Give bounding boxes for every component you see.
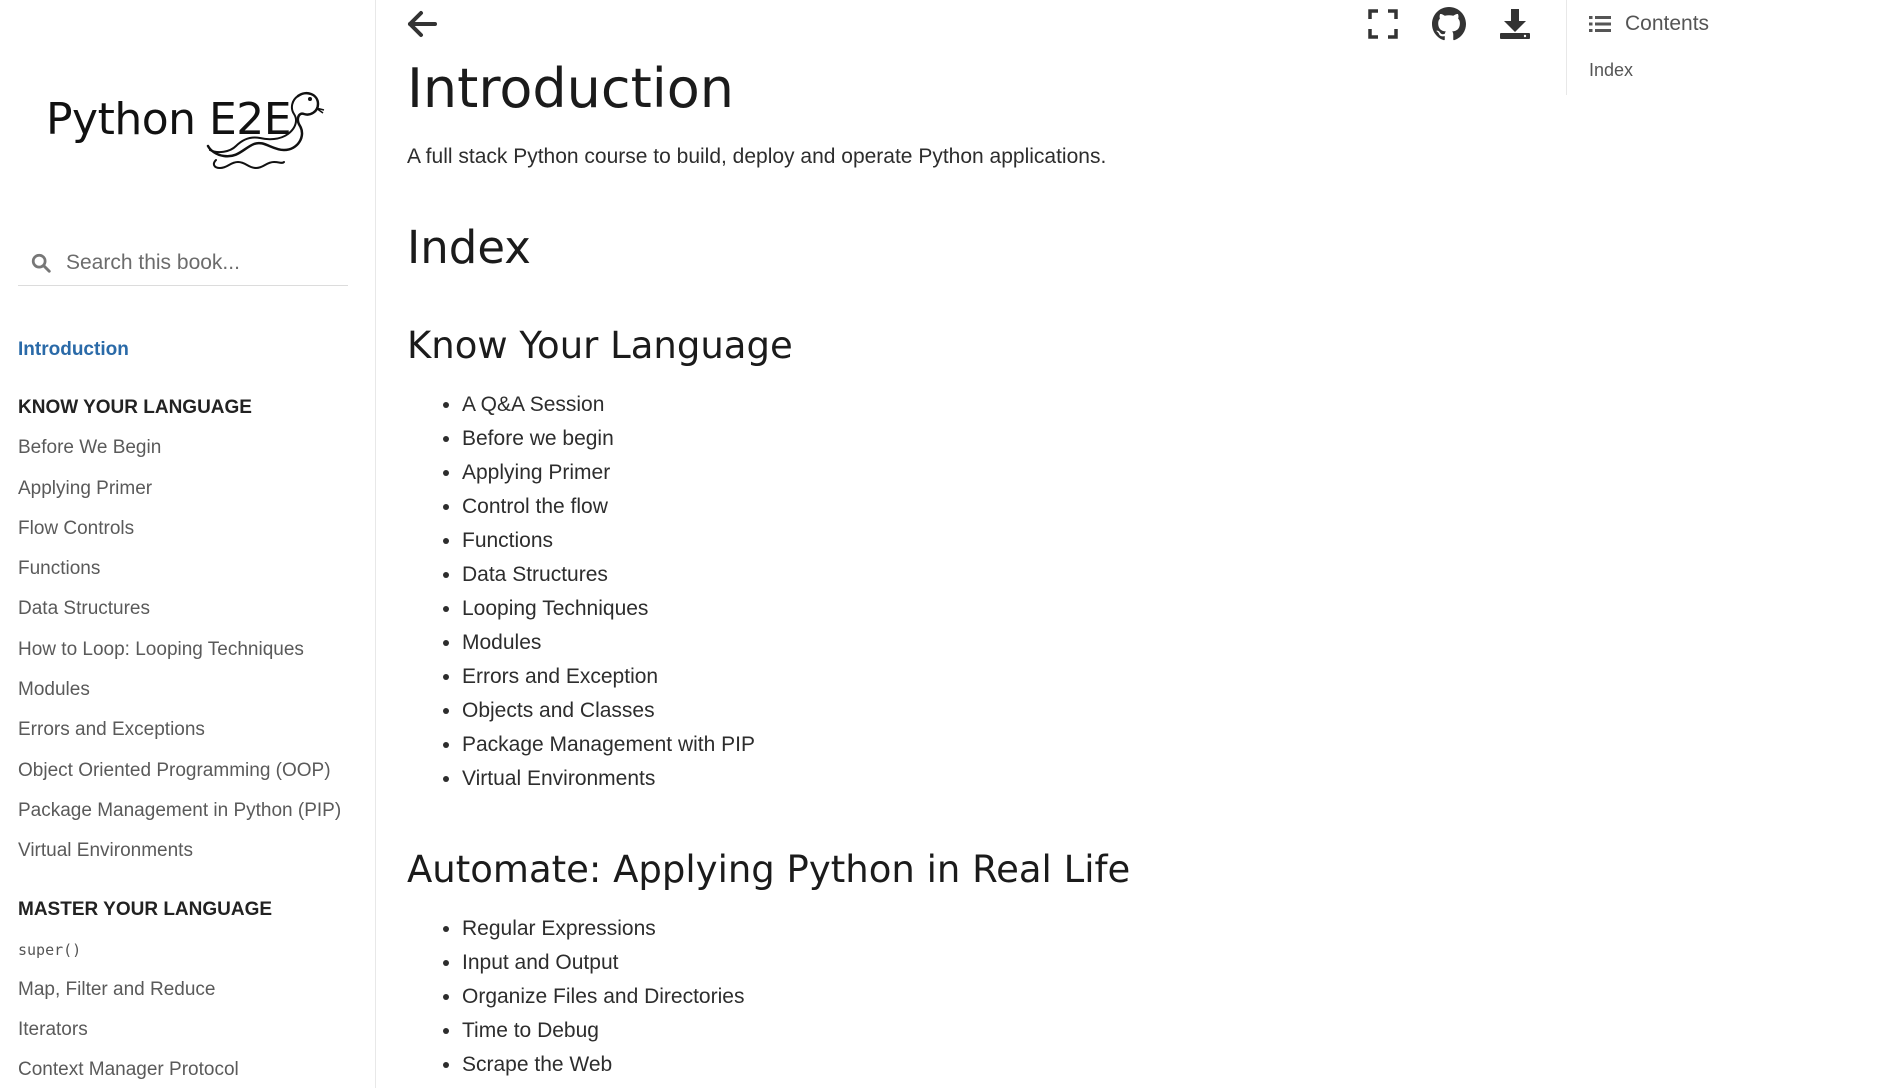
search-input[interactable] [66, 250, 326, 275]
section-heading-know-your-language: Know Your Language [407, 324, 793, 367]
page-title: Introduction [407, 57, 735, 120]
list-item: Organize Files and Directories [462, 980, 1547, 1014]
sidebar: Python E2E Introduction Know Your Langua… [0, 0, 376, 1088]
sidebar-item-errors-and-exceptions[interactable]: Errors and Exceptions [18, 710, 358, 750]
list-item: Scrape the Web [462, 1048, 1547, 1082]
search-bar [18, 240, 348, 286]
main-content: Introduction A full stack Python course … [407, 50, 1547, 1082]
list-item: Before we begin [462, 422, 1547, 456]
list-item: Looping Techniques [462, 592, 1547, 626]
github-icon [1432, 7, 1466, 41]
download-button[interactable] [1497, 6, 1533, 42]
list-icon [1589, 16, 1611, 32]
list-item: Errors and Exception [462, 660, 1547, 694]
list-item: Objects and Classes [462, 694, 1547, 728]
list-item: A Q&A Session [462, 388, 1547, 422]
list-item: Control the flow [462, 490, 1547, 524]
logo[interactable]: Python E2E [40, 82, 330, 182]
back-button[interactable] [404, 6, 440, 42]
toc-header[interactable]: Contents [1589, 12, 1709, 36]
list-item: Regular Expressions [462, 912, 1547, 946]
topic-list-know-your-language: A Q&A Session Before we begin Applying P… [407, 388, 1547, 796]
sidebar-item-looping-techniques[interactable]: How to Loop: Looping Techniques [18, 630, 358, 670]
sidebar-item-iterators[interactable]: Iterators [18, 1010, 358, 1050]
list-item: Time to Debug [462, 1014, 1547, 1048]
sidebar-section-know-your-language: Know Your Language [18, 397, 252, 419]
snake-logo-icon [206, 92, 325, 170]
topic-list-automate: Regular Expressions Input and Output Org… [407, 912, 1547, 1082]
sidebar-item-map-filter-reduce[interactable]: Map, Filter and Reduce [18, 970, 358, 1010]
sidebar-item-oop[interactable]: Object Oriented Programming (OOP) [18, 751, 358, 791]
sidebar-item-functions[interactable]: Functions [18, 549, 358, 589]
list-item: Functions [462, 524, 1547, 558]
index-heading: Index [407, 221, 531, 274]
sidebar-item-applying-primer[interactable]: Applying Primer [18, 469, 358, 509]
sidebar-item-context-manager[interactable]: Context Manager Protocol [18, 1050, 358, 1090]
sidebar-item-data-structures[interactable]: Data Structures [18, 589, 358, 629]
sidebar-item-before-we-begin[interactable]: Before We Begin [18, 428, 358, 468]
list-item: Applying Primer [462, 456, 1547, 490]
sidebar-item-modules[interactable]: Modules [18, 670, 358, 710]
list-item: Package Management with PIP [462, 728, 1547, 762]
sidebar-item-virtual-environments[interactable]: Virtual Environments [18, 831, 358, 871]
sidebar-nav: Introduction Know Your Language Before W… [18, 330, 358, 1091]
sidebar-item-super[interactable]: super() [18, 930, 358, 970]
search-icon [31, 253, 51, 273]
sidebar-item-introduction[interactable]: Introduction [18, 330, 358, 370]
page-lead: A full stack Python course to build, dep… [407, 145, 1107, 168]
github-button[interactable] [1431, 6, 1467, 42]
sidebar-item-pip[interactable]: Package Management in Python (PIP) [18, 791, 358, 831]
sidebar-section-master-your-language: Master Your Language [18, 898, 273, 920]
toc-item-index[interactable]: Index [1589, 60, 1633, 81]
back-arrow-icon [408, 11, 437, 37]
section-heading-automate: Automate: Applying Python in Real Life [407, 848, 1131, 891]
toc-header-label: Contents [1625, 12, 1710, 35]
list-item: Input and Output [462, 946, 1547, 980]
download-icon [1500, 9, 1530, 39]
list-item: Virtual Environments [462, 762, 1547, 796]
fullscreen-icon [1368, 9, 1398, 39]
fullscreen-button[interactable] [1365, 6, 1401, 42]
toolbar-icons [1365, 6, 1533, 42]
list-item: Data Structures [462, 558, 1547, 592]
sidebar-item-flow-controls[interactable]: Flow Controls [18, 509, 358, 549]
table-of-contents: Contents Index [1566, 0, 1887, 95]
list-item: Modules [462, 626, 1547, 660]
